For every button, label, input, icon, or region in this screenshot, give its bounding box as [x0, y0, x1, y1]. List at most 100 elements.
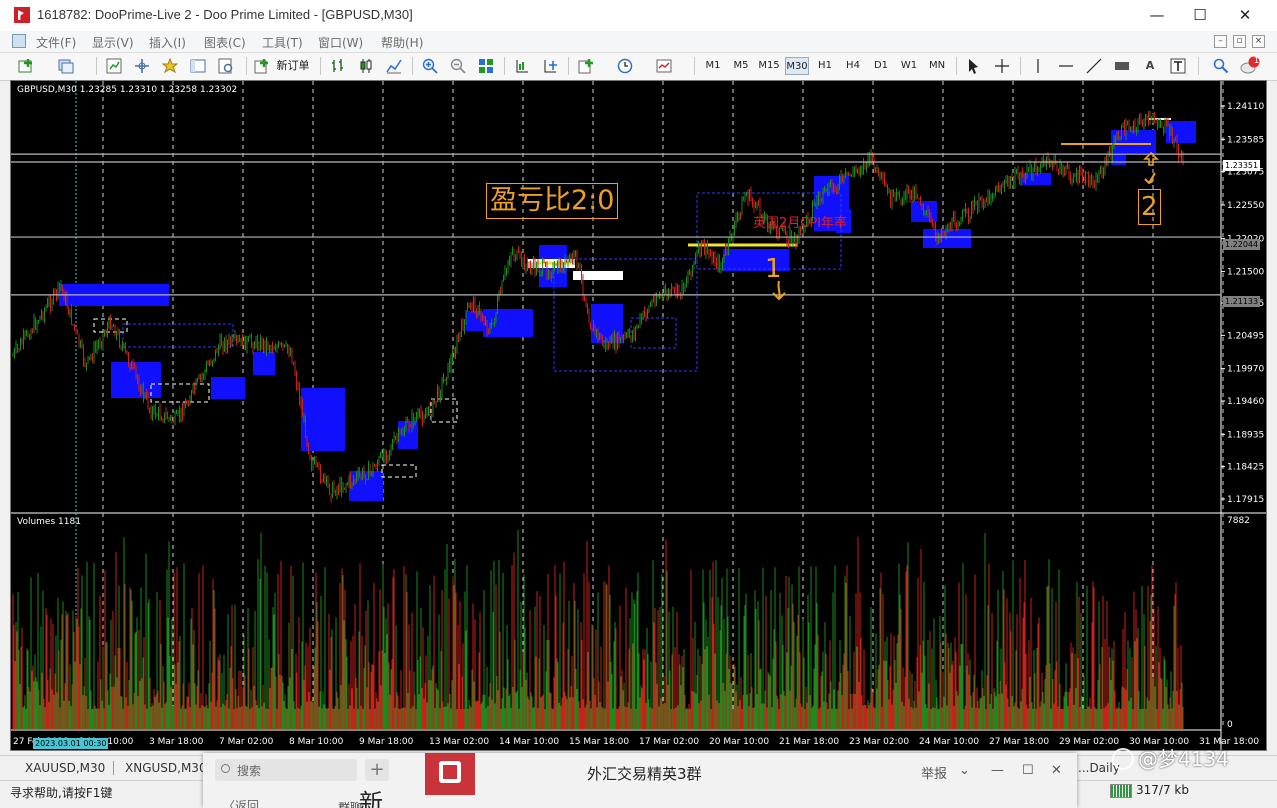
zone-box: [591, 304, 623, 343]
chevron-down-icon[interactable]: ⌄: [959, 763, 970, 778]
menu-tools[interactable]: 工具(T): [262, 34, 303, 51]
zoom-out-icon[interactable]: [450, 58, 466, 74]
cursor-date-badge: 2023.03.01 00:30: [33, 738, 109, 749]
tab-xauusd[interactable]: XAUUSD,M30: [25, 761, 105, 775]
menu-charts[interactable]: 图表(C): [204, 34, 246, 51]
bar-chart-icon[interactable]: [330, 58, 346, 74]
highlight-bar: [573, 271, 623, 280]
chat-search-placeholder: 搜索: [237, 764, 262, 778]
crosshair-icon[interactable]: [994, 58, 1010, 74]
candlestick-icon[interactable]: [358, 58, 374, 74]
zone-box: [253, 352, 275, 375]
trendline-icon[interactable]: [1086, 58, 1102, 74]
alert-count: 1: [1253, 56, 1260, 66]
chart-window[interactable]: 27 Feb 20232 Mar 10:003 Mar 18:007 Mar 0…: [10, 80, 1267, 751]
zone-outline: [122, 323, 234, 348]
chat-search-input[interactable]: 搜索: [215, 759, 357, 781]
text-tool-icon[interactable]: A: [1142, 56, 1158, 76]
tile-windows-icon[interactable]: [478, 58, 494, 74]
current-price-badge: 1.23351: [1223, 160, 1261, 171]
date-tick-label: 14 Mar 10:00: [499, 737, 559, 747]
report-button[interactable]: 举报: [921, 763, 947, 782]
maximize-button[interactable]: ☐: [1177, 0, 1223, 31]
help-hint: 寻求帮助,请按F1键: [10, 786, 113, 800]
chart-canvas: 27 Feb 20232 Mar 10:003 Mar 18:007 Mar 0…: [11, 81, 1266, 750]
new-order-icon[interactable]: [254, 58, 270, 74]
price-tick-label: 1.24110: [1227, 102, 1264, 112]
templates-icon[interactable]: [656, 58, 672, 74]
price-tick-label: 1.23585: [1227, 135, 1264, 145]
timeframe-m5[interactable]: M5: [729, 57, 753, 75]
chart-document-icon[interactable]: [12, 34, 26, 48]
new-chart-icon[interactable]: [18, 58, 34, 74]
timeframe-mn[interactable]: MN: [925, 57, 949, 75]
chat-group-title: 外汇交易精英3群: [587, 765, 702, 783]
back-button[interactable]: 〈返回: [223, 797, 259, 808]
marker-2: 2: [1138, 189, 1161, 225]
menu-view[interactable]: 显示(V): [92, 34, 134, 51]
search-icon: [221, 764, 230, 773]
menu-file[interactable]: 文件(F): [36, 34, 76, 51]
volumes-header: Volumes 1181: [17, 517, 81, 527]
timeframe-h1[interactable]: H1: [813, 57, 837, 75]
tester-icon[interactable]: [218, 58, 234, 74]
minimize-button[interactable]: —: [1134, 0, 1180, 31]
timeframe-m30[interactable]: M30: [785, 57, 809, 75]
timeframe-d1[interactable]: D1: [869, 57, 893, 75]
volume-max-label: 7882: [1227, 516, 1250, 526]
child-restore-icon[interactable]: ▫: [1233, 35, 1246, 48]
menu-help[interactable]: 帮助(H): [381, 34, 423, 51]
search-icon[interactable]: [1213, 58, 1229, 74]
price-tick-label: 1.17915: [1227, 495, 1264, 505]
date-tick-label: 3 Mar 18:00: [149, 737, 204, 747]
date-tick-label: 23 Mar 02:00: [849, 737, 909, 747]
child-close-icon[interactable]: ×: [1252, 35, 1265, 48]
timeframe-w1[interactable]: W1: [897, 57, 921, 75]
volume-bars: [12, 529, 1184, 729]
price-tick-label: 1.19970: [1227, 365, 1264, 375]
close-button[interactable]: ✕: [1222, 0, 1268, 31]
zone-box: [301, 388, 345, 451]
cpi-event-annotation: 英国2月CPI年率: [753, 216, 848, 231]
zone-box: [1111, 154, 1126, 165]
date-tick-label: 29 Mar 02:00: [1059, 737, 1119, 747]
chat-minimize-button[interactable]: —: [991, 763, 1004, 778]
date-tick-label: 15 Mar 18:00: [569, 737, 629, 747]
menu-window[interactable]: 窗口(W): [318, 34, 363, 51]
child-minimize-icon[interactable]: –: [1214, 35, 1227, 48]
date-tick-label: 24 Mar 10:00: [919, 737, 979, 747]
connection-bars-icon: [1110, 784, 1132, 798]
app-logo-icon: [14, 7, 30, 23]
date-tick-label: 27 Mar 18:00: [989, 737, 1049, 747]
rectangle-icon[interactable]: [1114, 58, 1130, 74]
timeframe-m1[interactable]: M1: [701, 57, 725, 75]
text-label-icon[interactable]: [1170, 58, 1186, 74]
chart-shift-icon[interactable]: [514, 58, 530, 74]
chat-close-button[interactable]: ✕: [1051, 763, 1062, 778]
autoscroll-icon[interactable]: [542, 58, 558, 74]
arrow-up-down-icon: [1143, 151, 1159, 185]
navigator-icon[interactable]: [134, 58, 150, 74]
timeframe-h4[interactable]: H4: [841, 57, 865, 75]
zone-box: [211, 377, 245, 399]
horizontal-line-icon[interactable]: [1058, 58, 1074, 74]
vertical-line-icon[interactable]: [1030, 58, 1046, 74]
market-watch-icon[interactable]: [106, 58, 122, 74]
new-order-button[interactable]: 新订单: [273, 56, 313, 76]
tab-xngusd[interactable]: XNGUSD,M30: [125, 761, 207, 775]
line-chart-icon[interactable]: [386, 58, 402, 74]
profiles-icon[interactable]: [58, 58, 74, 74]
indicators-icon[interactable]: [578, 58, 594, 74]
favorites-icon[interactable]: [162, 58, 178, 74]
zoom-in-icon[interactable]: [422, 58, 438, 74]
cursor-arrow-icon[interactable]: [965, 58, 981, 74]
date-tick-label: 9 Mar 18:00: [359, 737, 414, 747]
brush-logo-icon: 新: [359, 789, 383, 808]
chat-maximize-button[interactable]: ☐: [1022, 763, 1034, 778]
timeframe-m15[interactable]: M15: [757, 57, 781, 75]
periods-clock-icon[interactable]: [617, 58, 633, 74]
menu-bar: 文件(F) 显示(V) 插入(I) 图表(C) 工具(T) 窗口(W) 帮助(H…: [0, 31, 1277, 53]
terminal-icon[interactable]: [190, 58, 206, 74]
menu-insert[interactable]: 插入(I): [149, 34, 186, 51]
add-chat-button[interactable]: +: [365, 759, 389, 781]
